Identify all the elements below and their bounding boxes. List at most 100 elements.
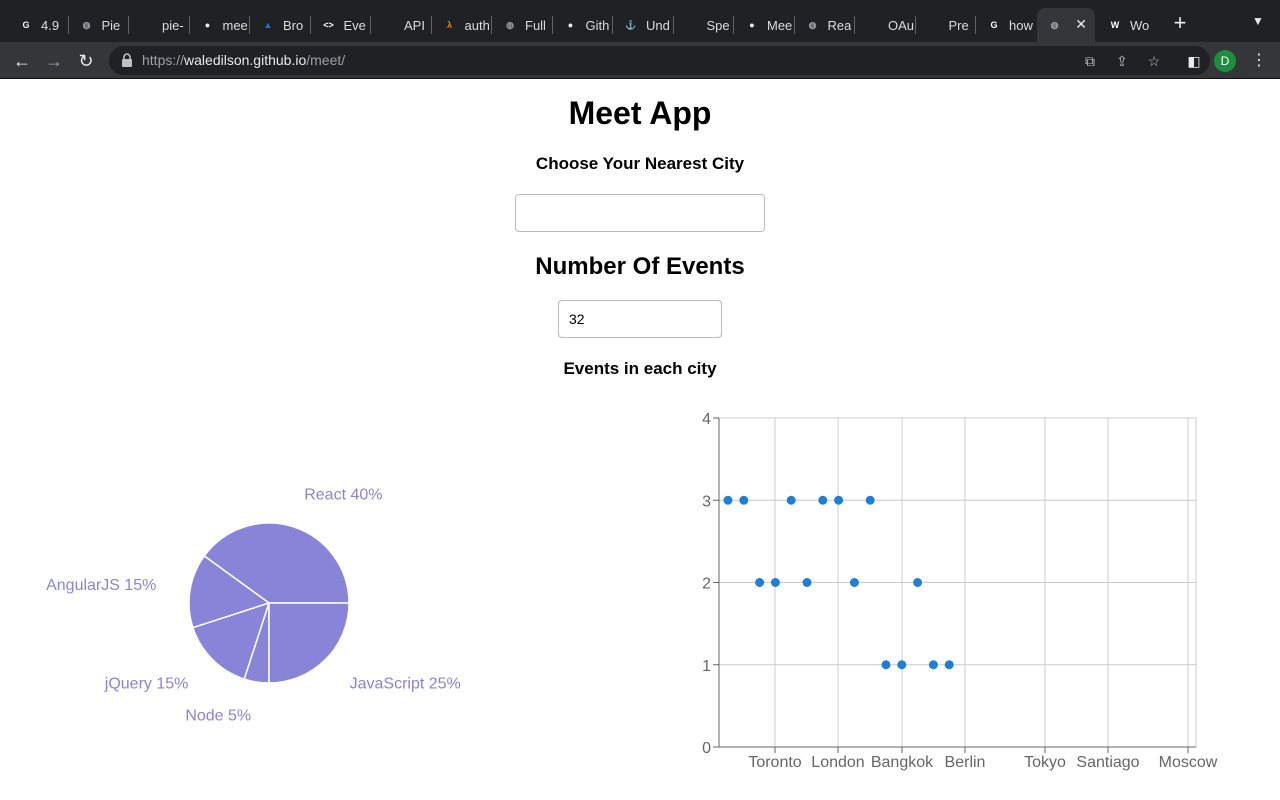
scatter-y-tick-label: 1 <box>702 658 711 675</box>
github-icon: ● <box>204 20 211 30</box>
code-icon: <> <box>323 20 334 30</box>
browser-tab[interactable]: G 4.9 <box>8 8 67 42</box>
browser-menu-icon[interactable]: ⋮ <box>1246 48 1272 74</box>
scatter-x-tick-label: Santiago <box>1076 754 1139 771</box>
new-tab-button[interactable]: + <box>1168 12 1192 36</box>
open-in-new-icon[interactable]: ⧉ <box>1080 51 1100 71</box>
scatter-point[interactable] <box>723 495 733 505</box>
scatter-x-tick-label: London <box>811 754 864 771</box>
scatter-point[interactable] <box>897 660 907 670</box>
scatter-point[interactable] <box>944 660 954 670</box>
gatsby-icon: G <box>22 20 30 30</box>
globe-icon: ◍ <box>1050 19 1059 30</box>
browser-tab-title: Und <box>646 17 670 33</box>
browser-tab[interactable]: ◍ Rea <box>795 8 854 42</box>
browser-tab-title: mee <box>222 17 248 33</box>
browser-tab-title: Bro <box>283 17 304 33</box>
scatter-y-tick-label: 3 <box>702 493 711 510</box>
browser-tab[interactable]: ◍ Full <box>492 8 551 42</box>
browser-toolbar: ← → ↻ https://waledilson.github.io/meet/… <box>0 42 1280 79</box>
url-text[interactable]: https://waledilson.github.io/meet/ <box>142 52 345 68</box>
api-icon: API <box>925 20 941 30</box>
browser-tab-title: 4.9 <box>41 17 60 33</box>
browser-tab-title: Spe <box>706 17 730 33</box>
scatter-x-tick-label: Bangkok <box>871 754 934 771</box>
browser-tab-title: Wo <box>1130 17 1150 33</box>
github-icon: ● <box>567 20 574 30</box>
triangle-icon: ▲ <box>263 20 273 30</box>
scatter-point[interactable] <box>865 495 875 505</box>
scatter-x-tick-label: Tokyo <box>1024 754 1066 771</box>
browser-tab[interactable]: <> Eve <box>311 8 370 42</box>
browser-tab-title: pie- <box>162 17 184 33</box>
browser-tab[interactable]: ☐ pie- <box>129 8 188 42</box>
globe-icon: ◍ <box>82 19 91 30</box>
gmail-icon: M <box>869 20 877 30</box>
browser-tab[interactable]: ▲ Bro <box>250 8 309 42</box>
bookmark-star-icon[interactable]: ☆ <box>1144 51 1164 71</box>
reload-icon[interactable]: ↻ <box>73 48 99 74</box>
browser-tab[interactable]: Ghow <box>976 8 1035 42</box>
browser-tab-title: Rea <box>827 17 852 33</box>
browser-tab[interactable]: ● mee <box>190 8 249 42</box>
google-icon: G <box>990 20 998 30</box>
square-icon: ☐ <box>142 19 152 30</box>
scatter-point[interactable] <box>802 578 812 587</box>
scatter-point[interactable] <box>786 495 796 505</box>
browser-tab-title: auth <box>464 17 490 33</box>
scatter-x-tick-label: Moscow <box>1159 754 1218 771</box>
scatter-point[interactable] <box>834 495 844 505</box>
url-scheme: https:// <box>142 52 185 68</box>
browser-tab-title: Pie <box>101 17 121 33</box>
scatter-point[interactable] <box>739 495 749 505</box>
profile-avatar[interactable]: D <box>1214 50 1236 72</box>
browser-tab-title: Gith <box>585 17 610 33</box>
tab-search-chevron-icon[interactable]: ▼ <box>1248 14 1268 34</box>
browser-tab[interactable]: ● Mee <box>734 8 793 42</box>
browser-tab-title: OAu <box>888 17 914 33</box>
url-path: /meet/ <box>306 52 346 68</box>
scatter-point[interactable] <box>770 578 780 587</box>
browser-tab[interactable]: API API <box>371 8 430 42</box>
wordpress-icon: W <box>1110 20 1120 30</box>
browser-tab[interactable]: API Pre <box>916 8 975 42</box>
scatter-point[interactable] <box>849 578 859 587</box>
globe-icon: ◍ <box>808 19 817 30</box>
browser-tab[interactable]: ◍ Pie <box>69 8 128 42</box>
scatter-x-tick-label: Toronto <box>748 754 801 771</box>
globe-icon: ◍ <box>506 19 514 30</box>
lock-icon <box>122 53 132 67</box>
address-bar[interactable]: https://waledilson.github.io/meet/ ⧉ ⇪ ☆ <box>109 46 1210 75</box>
scatter-point[interactable] <box>913 578 923 587</box>
page-content: Meet App Choose Your Nearest City Number… <box>0 79 1280 800</box>
anchor-icon: ⚓ <box>625 19 637 30</box>
scatter-point[interactable] <box>881 660 891 670</box>
side-panel-icon[interactable]: ◧ <box>1181 48 1207 74</box>
events-scatter-chart: 0 1 2 3 4 Toronto London Bangkok Berlin Tokyo Sant… <box>702 411 1218 771</box>
browser-tab[interactable]: M Spe <box>674 8 733 42</box>
scatter-point[interactable] <box>928 660 938 670</box>
github-icon: ● <box>749 20 755 30</box>
share-icon[interactable]: ⇪ <box>1112 51 1132 71</box>
forward-arrow-icon[interactable]: → <box>41 48 67 74</box>
browser-tab[interactable]: M OAu <box>855 8 914 42</box>
lambda-icon: λ <box>446 20 452 30</box>
browser-tab-title: how <box>1009 17 1033 33</box>
browser-tab-title: Eve <box>343 17 366 33</box>
browser-tab[interactable]: ⚓ Und <box>613 8 672 42</box>
medium-icon: M <box>687 20 696 30</box>
browser-tab-title: Pre <box>948 17 969 33</box>
scatter-x-tick-label: Berlin <box>945 754 986 771</box>
close-tab-icon[interactable]: ✕ <box>1075 16 1087 33</box>
browser-tab[interactable]: W Wo <box>1097 8 1156 42</box>
back-arrow-icon[interactable]: ← <box>9 48 35 74</box>
api-icon: API <box>381 20 397 30</box>
browser-tab[interactable]: λ auth <box>432 8 491 42</box>
scatter-point[interactable] <box>818 495 828 505</box>
browser-tab[interactable]: ● Gith <box>553 8 612 42</box>
scatter-point[interactable] <box>755 578 765 587</box>
scatter-y-tick-label: 0 <box>702 740 711 757</box>
browser-tab[interactable]: ◍ ✕ <box>1036 8 1095 42</box>
browser-tab-title: Mee <box>767 17 793 33</box>
browser-tab-title: Full <box>525 17 546 33</box>
